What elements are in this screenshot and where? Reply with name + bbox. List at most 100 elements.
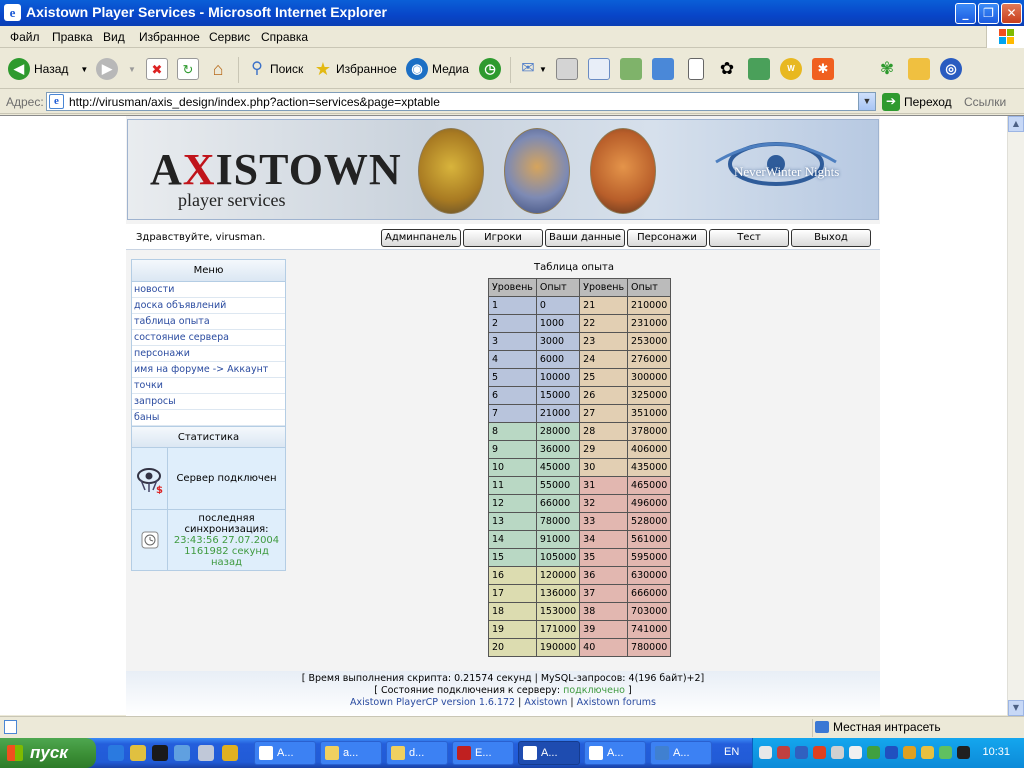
footer-link-playercp[interactable]: Axistown PlayerCP version 1.6.172 [350,697,515,708]
language-indicator[interactable]: EN [724,746,739,758]
menu-file[interactable]: Файл [10,30,40,44]
sidebar-link-bans[interactable]: баны [132,410,285,426]
menu-favorites[interactable]: Избранное [139,30,200,44]
tray-icon[interactable] [903,746,916,759]
nav-characters-button[interactable]: Персонажи [627,229,707,247]
traffic-light-icon[interactable] [957,746,970,759]
sidebar-link-characters[interactable]: персонажи [132,346,285,362]
address-dropdown-icon[interactable]: ▼ [858,93,875,110]
quicklaunch-explorer-icon[interactable] [174,745,190,761]
back-button[interactable]: ◀ Назад ▼ [8,55,88,83]
go-button[interactable]: ➔ Переход [882,92,952,112]
menu-tools[interactable]: Сервис [209,30,250,44]
quicklaunch-crown-icon[interactable] [222,745,238,761]
sidebar-link-requests[interactable]: запросы [132,394,285,410]
close-button[interactable]: ✕ [1001,3,1022,24]
xp-cell-xp: 703000 [627,602,672,621]
scroll-down-icon[interactable]: ▼ [1008,700,1024,716]
task-button[interactable]: A... [254,741,316,765]
footer-link-axistown[interactable]: Axistown [524,697,567,708]
favorites-button[interactable]: ★ Избранное [312,55,397,83]
footer-link-forums[interactable]: Axistown forums [577,697,656,708]
dropdown-icon[interactable]: ▼ [128,65,136,74]
stop-button[interactable]: ✖ [146,55,168,83]
print-button[interactable] [556,55,578,83]
scroll-up-icon[interactable]: ▲ [1008,116,1024,132]
sidebar-link-forum-account[interactable]: имя на форуме -> Аккаунт [132,362,285,378]
quicklaunch-ie-icon[interactable] [108,745,124,761]
xp-header-level: Уровень [579,278,629,297]
tray-icon[interactable] [885,746,898,759]
addon-button[interactable] [908,55,930,83]
links-button[interactable]: Ссылки [964,95,1006,109]
task-button[interactable]: d... [386,741,448,765]
forward-button[interactable]: ▶ ▼ [96,55,136,83]
quicklaunch-tool-icon[interactable] [198,745,214,761]
xp-cell-level: 29 [579,440,629,459]
security-zone: Местная интрасеть [815,720,941,734]
history-button[interactable]: ◷ [479,55,505,83]
tray-icon[interactable] [867,746,880,759]
nav-players-button[interactable]: Игроки [463,229,543,247]
icq-button[interactable]: ✾ [876,55,898,83]
start-button[interactable]: пуск [0,738,96,768]
flower-button[interactable]: ✿ [716,55,738,83]
toolbar: ◀ Назад ▼ ▶ ▼ ✖ ↻ ⌂ ⚲ Поиск ★ Избранное … [0,49,1024,89]
address-url[interactable]: http://virusman/axis_design/index.php?ac… [69,95,440,109]
books-button[interactable] [748,55,770,83]
xp-table-header-row: Уровень Опыт Уровень Опыт [488,278,672,297]
mail-button[interactable]: ✉ ▼ [517,55,547,83]
www-button[interactable]: W [780,55,806,83]
maximize-button[interactable]: ❐ [978,3,999,24]
device-icon [688,58,704,80]
nav-test-button[interactable]: Тест [709,229,789,247]
tray-icon[interactable] [939,746,952,759]
task-button-active[interactable]: A... [518,741,580,765]
media-button[interactable]: ◉ Медиа [406,55,469,83]
tray-icon[interactable] [759,746,772,759]
xp-cell-level: 15 [488,548,537,567]
vertical-scrollbar[interactable]: ▲ ▼ [1007,116,1024,716]
task-button[interactable]: a... [320,741,382,765]
tray-icon[interactable] [813,746,826,759]
task-button[interactable]: E... [452,741,514,765]
xp-cell-xp: 0 [535,296,581,315]
xp-table-row: 15 105000 35 595000 [488,548,672,567]
messenger-button[interactable] [652,55,674,83]
xp-cell-xp: 15000 [535,386,581,405]
xp-header-xp: Опыт [535,278,581,297]
address-input[interactable]: e http://virusman/axis_design/index.php?… [46,92,876,111]
discuss-button[interactable] [620,55,642,83]
tool-button[interactable]: ✱ [812,55,834,83]
quicklaunch-app-icon[interactable] [130,745,146,761]
xp-cell-xp: 3000 [535,332,581,351]
menu-edit[interactable]: Правка [52,30,93,44]
sidebar-link-board[interactable]: доска объявлений [132,298,285,314]
tray-icon[interactable] [849,746,862,759]
dropdown-icon[interactable]: ▼ [80,65,88,74]
menu-help[interactable]: Справка [261,30,308,44]
tray-icon[interactable] [777,746,790,759]
lock-icon[interactable] [921,746,934,759]
edit-button[interactable] [588,55,610,83]
task-button[interactable]: A... [650,741,712,765]
tray-icon[interactable] [795,746,808,759]
sidebar-link-news[interactable]: новости [132,282,285,298]
status-separator [812,719,813,737]
search-button[interactable]: ⚲ Поиск [246,55,303,83]
nav-your-data-button[interactable]: Ваши данные [545,229,625,247]
nav-admin-panel-button[interactable]: Админпанель [381,229,461,247]
research-button[interactable] [688,55,704,83]
quicklaunch-console-icon[interactable] [152,745,168,761]
sidebar-link-server-state[interactable]: состояние сервера [132,330,285,346]
tray-icon[interactable] [831,746,844,759]
menu-view[interactable]: Вид [103,30,125,44]
minimize-button[interactable]: _ [955,3,976,24]
task-button[interactable]: A... [584,741,646,765]
sidebar-link-xptable[interactable]: таблица опыта [132,314,285,330]
refresh-button[interactable]: ↻ [177,55,199,83]
sidebar-link-points[interactable]: точки [132,378,285,394]
nav-logout-button[interactable]: Выход [791,229,871,247]
home-button[interactable]: ⌂ [207,55,229,83]
target-button[interactable]: ◎ [940,55,966,83]
